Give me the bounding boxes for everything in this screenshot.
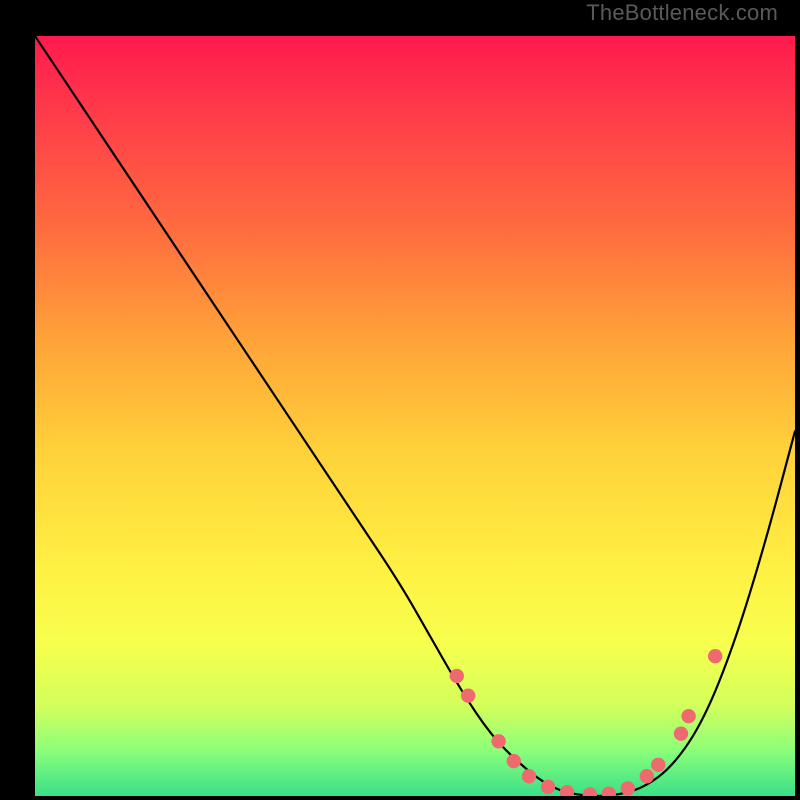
data-point — [541, 780, 555, 794]
watermark-text: TheBottleneck.com — [586, 0, 778, 26]
data-point — [651, 758, 665, 772]
data-point — [602, 787, 616, 796]
data-point — [450, 669, 464, 683]
data-point — [522, 769, 536, 783]
data-point — [640, 769, 654, 783]
data-point — [560, 785, 574, 796]
data-point — [708, 649, 722, 663]
data-markers — [450, 649, 723, 796]
performance-curve — [35, 36, 795, 796]
data-point — [674, 726, 688, 740]
data-point — [507, 754, 521, 768]
gradient-background — [35, 36, 795, 796]
data-point — [583, 787, 597, 796]
data-point — [621, 781, 635, 795]
data-point — [681, 709, 695, 723]
data-point — [491, 734, 505, 748]
chart-frame — [15, 15, 785, 785]
chart-svg — [35, 36, 795, 796]
data-point — [461, 688, 475, 702]
